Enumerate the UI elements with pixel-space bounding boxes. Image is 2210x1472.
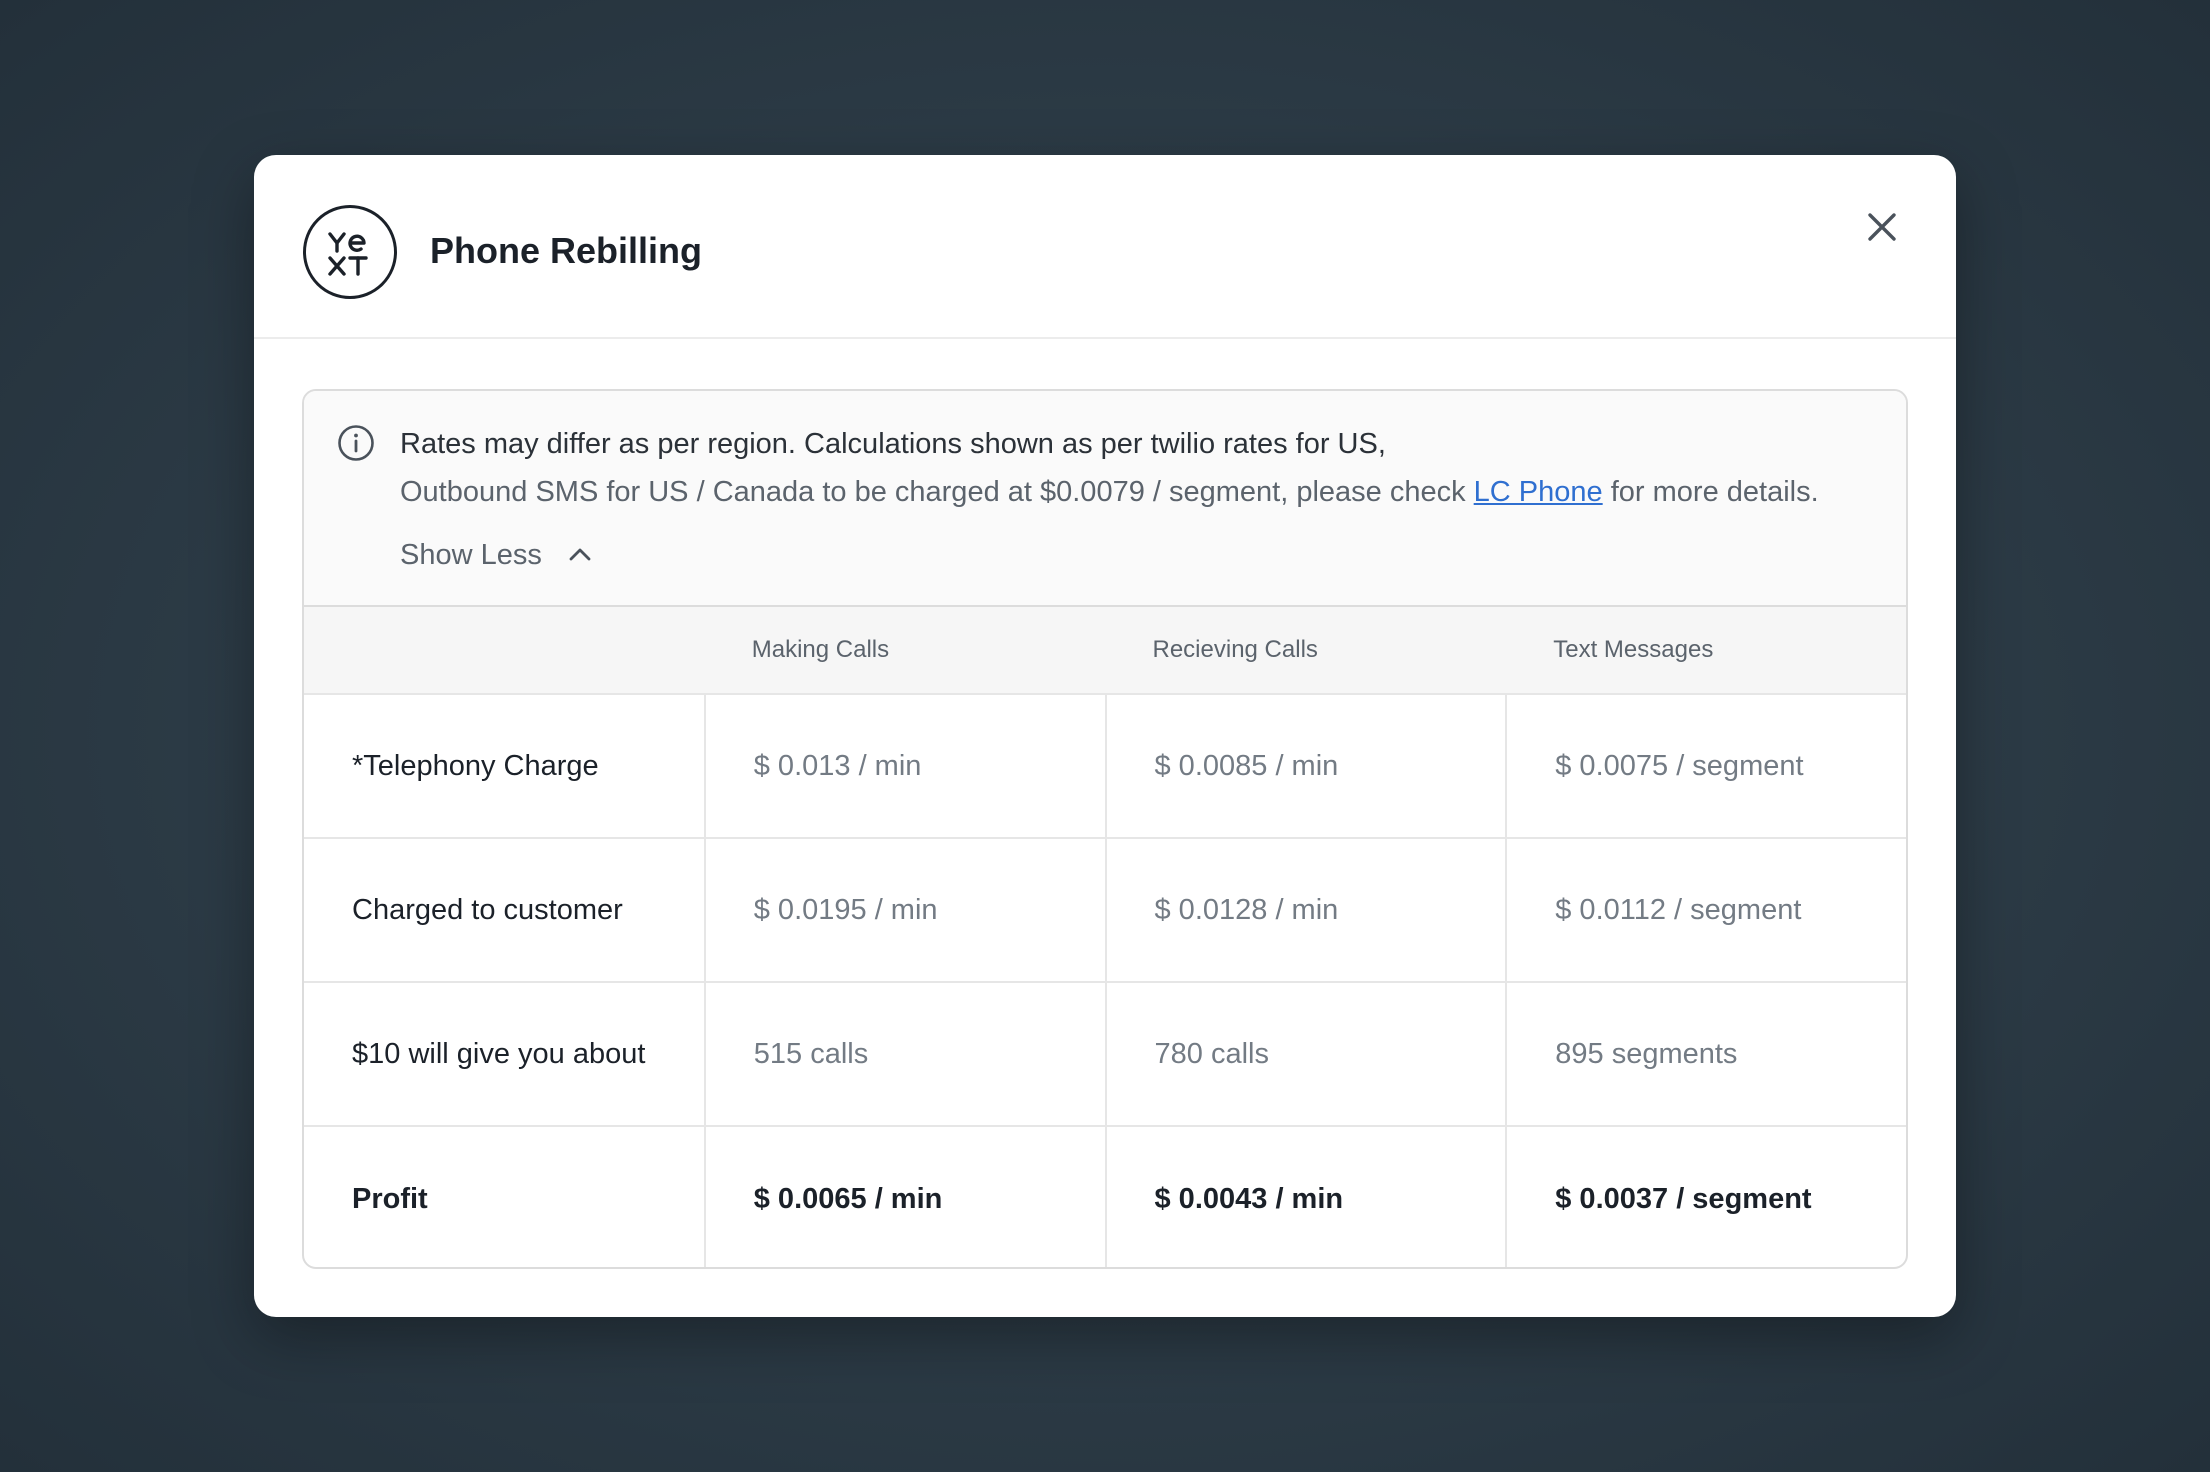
table-cell: $ 0.0195 / min xyxy=(703,839,1105,981)
table-cell: $ 0.0065 / min xyxy=(703,1127,1105,1267)
table-header-text-messages: Text Messages xyxy=(1553,636,1714,663)
table-cell: $ 0.0075 / segment xyxy=(1505,695,1906,837)
rates-table: Making Calls Recieving Calls Text Messag… xyxy=(304,607,1906,1267)
table-row: *Telephony Charge $ 0.013 / min $ 0.0085… xyxy=(304,695,1906,839)
close-icon[interactable] xyxy=(1858,203,1906,251)
chevron-up-icon xyxy=(569,548,591,561)
info-text-suffix: for more details. xyxy=(1602,476,1819,508)
table-header-row: Making Calls Recieving Calls Text Messag… xyxy=(304,607,1906,695)
info-text-line1: Rates may differ as per region. Calculat… xyxy=(400,428,1386,460)
table-cell: $ 0.0112 / segment xyxy=(1505,839,1906,981)
table-cell: $ 0.0037 / segment xyxy=(1505,1127,1906,1267)
row-label: $10 will give you about xyxy=(352,1037,646,1070)
table-row: $10 will give you about 515 calls 780 ca… xyxy=(304,983,1906,1127)
row-label: Profit xyxy=(352,1182,428,1215)
modal-title: Phone Rebilling xyxy=(430,230,703,271)
rates-panel: Rates may differ as per region. Calculat… xyxy=(302,389,1908,1269)
lc-phone-link[interactable]: LC Phone xyxy=(1474,476,1603,508)
table-cell: 895 segments xyxy=(1505,983,1906,1125)
info-circle-icon xyxy=(336,423,376,463)
table-row-profit: Profit $ 0.0065 / min $ 0.0043 / min $ 0… xyxy=(304,1127,1906,1267)
table-header-receiving-calls: Recieving Calls xyxy=(1152,636,1318,663)
modal-header: Phone Rebilling xyxy=(254,155,1956,339)
info-notice: Rates may differ as per region. Calculat… xyxy=(304,391,1906,607)
table-cell: 780 calls xyxy=(1104,983,1506,1125)
row-label: Charged to customer xyxy=(352,893,623,926)
table-cell: $ 0.0043 / min xyxy=(1104,1127,1506,1267)
phone-rebilling-modal: Phone Rebilling Rates may differ as per … xyxy=(254,155,1956,1317)
yext-logo-icon xyxy=(303,205,397,299)
show-less-label: Show Less xyxy=(400,539,542,571)
info-text-line2: Outbound SMS for US / Canada to be charg… xyxy=(400,473,1819,511)
table-header-making-calls: Making Calls xyxy=(751,636,890,663)
info-text-prefix: Outbound SMS for US / Canada to be charg… xyxy=(400,476,1474,508)
table-header-empty xyxy=(304,607,704,693)
row-label: *Telephony Charge xyxy=(352,749,599,782)
table-cell: $ 0.0085 / min xyxy=(1104,695,1506,837)
show-less-toggle[interactable]: Show Less xyxy=(400,535,594,575)
table-cell: $ 0.013 / min xyxy=(703,695,1105,837)
table-row: Charged to customer $ 0.0195 / min $ 0.0… xyxy=(304,839,1906,983)
table-cell: 515 calls xyxy=(703,983,1105,1125)
table-cell: $ 0.0128 / min xyxy=(1104,839,1506,981)
